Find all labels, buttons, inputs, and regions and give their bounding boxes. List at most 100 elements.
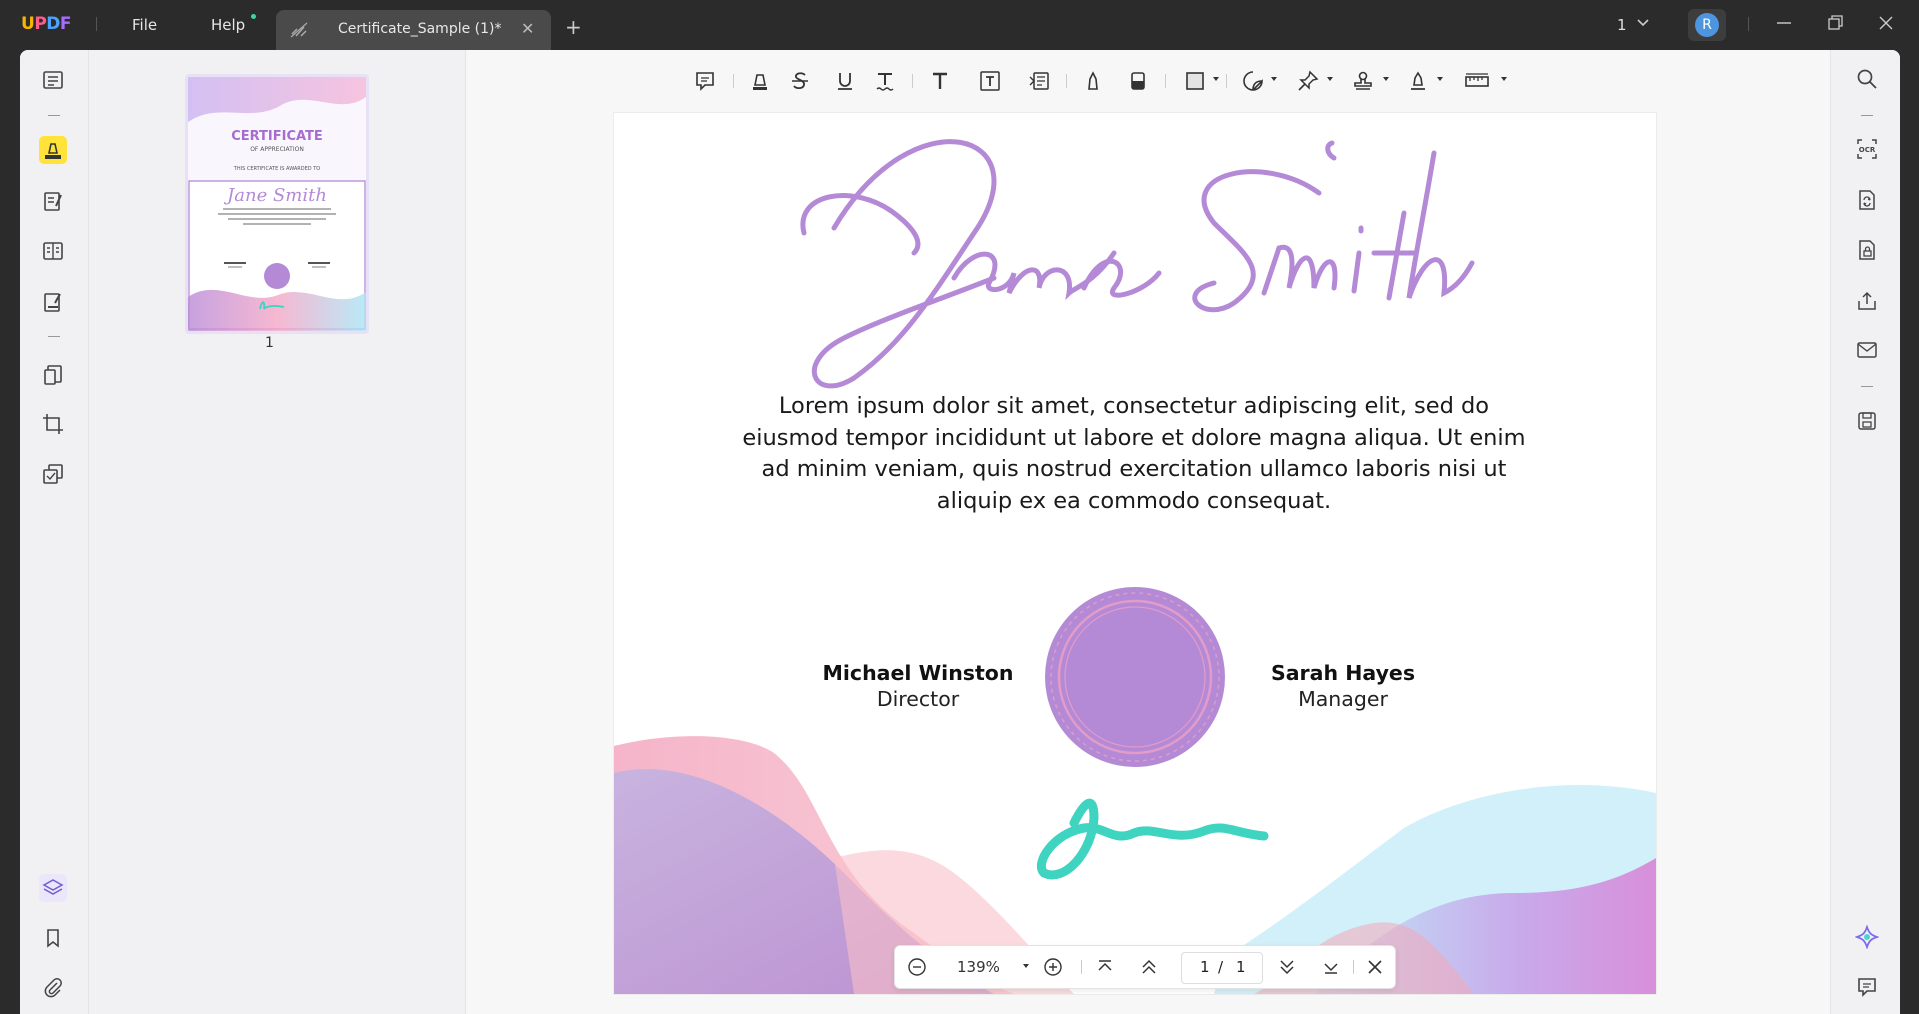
toolbar-separator bbox=[1226, 74, 1227, 88]
stamp-icon[interactable] bbox=[1348, 66, 1378, 96]
annotation-toolbar bbox=[690, 64, 1630, 98]
new-tab-icon[interactable]: + bbox=[565, 15, 582, 39]
text-box-icon[interactable] bbox=[975, 66, 1005, 96]
sidebar-separator bbox=[48, 336, 60, 337]
page-number-input[interactable]: 1 / 1 bbox=[1181, 952, 1263, 984]
help-menu[interactable]: Help bbox=[211, 16, 245, 34]
zoom-level[interactable]: 139% bbox=[957, 958, 1000, 976]
pin-icon[interactable] bbox=[1293, 66, 1323, 96]
sticker-icon[interactable] bbox=[1238, 66, 1268, 96]
document-canvas: Lorem ipsum dolor sit amet, consectetur … bbox=[466, 50, 1843, 1014]
total-pages: 1 bbox=[1236, 958, 1246, 976]
sidebar-separator bbox=[1861, 386, 1873, 387]
bookmark-icon[interactable] bbox=[39, 924, 67, 952]
shape-dropdown-icon[interactable] bbox=[1213, 77, 1219, 81]
close-window-icon[interactable] bbox=[1876, 13, 1896, 33]
eraser-icon[interactable] bbox=[1123, 66, 1153, 96]
page-tools-icon[interactable] bbox=[39, 361, 67, 389]
thumbnail-subtitle: OF APPRECIATION bbox=[250, 146, 304, 153]
right-signatory-role: Manager bbox=[1298, 687, 1388, 711]
underline-icon[interactable] bbox=[830, 66, 860, 96]
page-separator: / bbox=[1218, 958, 1224, 976]
first-page-icon[interactable] bbox=[1093, 955, 1117, 979]
ai-assistant-icon[interactable] bbox=[1854, 924, 1880, 950]
title-bar: UPDF File Help Certificate_Sample (1)* ✕… bbox=[0, 0, 1919, 50]
sidebar-separator bbox=[48, 115, 60, 116]
thumbnail-page-number: 1 bbox=[265, 335, 274, 351]
nav-separator bbox=[1353, 960, 1354, 974]
zoom-dropdown-icon[interactable] bbox=[1023, 964, 1029, 968]
minimize-icon[interactable] bbox=[1774, 13, 1794, 33]
close-tab-icon[interactable]: ✕ bbox=[521, 19, 534, 38]
toolbar-separator bbox=[733, 74, 734, 88]
left-signatory: Michael Winston Director bbox=[798, 661, 1038, 711]
left-signatory-name: Michael Winston bbox=[822, 661, 1014, 685]
svg-text:OCR: OCR bbox=[1859, 146, 1876, 154]
reader-mode-icon[interactable] bbox=[39, 66, 67, 94]
comments-panel-icon[interactable] bbox=[1854, 974, 1880, 1000]
stamp-dropdown-icon[interactable] bbox=[1383, 77, 1389, 81]
app-logo: UPDF bbox=[21, 14, 72, 34]
thumbnail-recipient: Jane Smith bbox=[227, 185, 327, 206]
attachment-icon[interactable] bbox=[39, 974, 67, 1002]
email-icon[interactable] bbox=[1854, 337, 1880, 363]
nav-separator bbox=[1081, 960, 1082, 974]
text-callout-icon[interactable] bbox=[1024, 66, 1054, 96]
page-navigation-bar: 139% 1 / 1 bbox=[894, 945, 1396, 989]
left-sidebar bbox=[20, 50, 89, 1014]
search-icon[interactable] bbox=[1854, 66, 1880, 92]
thumbnail-panel: CERTIFICATE OF APPRECIATION THIS CERTIFI… bbox=[89, 50, 466, 1014]
crop-page-icon[interactable] bbox=[39, 410, 67, 438]
right-sidebar: OCR bbox=[1830, 50, 1900, 1014]
right-signatory: Sarah Hayes Manager bbox=[1223, 661, 1463, 711]
certificate-body-text: Lorem ipsum dolor sit amet, consectetur … bbox=[742, 393, 1526, 514]
signature-dropdown-icon[interactable] bbox=[1437, 77, 1443, 81]
convert-pdf-icon[interactable] bbox=[1854, 187, 1880, 213]
page-thumbnail[interactable]: CERTIFICATE OF APPRECIATION THIS CERTIFI… bbox=[185, 74, 369, 334]
restore-icon[interactable] bbox=[1826, 13, 1846, 33]
left-signatory-role: Director bbox=[876, 687, 960, 711]
help-notification-dot bbox=[251, 14, 256, 19]
title-separator bbox=[1748, 17, 1749, 31]
pin-dropdown-icon[interactable] bbox=[1327, 77, 1333, 81]
edit-pdf-icon[interactable] bbox=[39, 187, 67, 215]
last-page-icon[interactable] bbox=[1319, 955, 1343, 979]
save-icon[interactable] bbox=[1854, 408, 1880, 434]
ocr-icon[interactable]: OCR bbox=[1854, 136, 1880, 162]
squiggly-underline-icon[interactable] bbox=[870, 66, 900, 96]
measure-icon[interactable] bbox=[1462, 66, 1492, 96]
sticker-dropdown-icon[interactable] bbox=[1271, 77, 1277, 81]
comment-highlight-icon[interactable] bbox=[39, 136, 67, 164]
close-nav-icon[interactable] bbox=[1363, 955, 1387, 979]
file-menu[interactable]: File bbox=[132, 16, 157, 34]
text-icon[interactable] bbox=[925, 66, 955, 96]
batch-tools-icon[interactable] bbox=[39, 460, 67, 488]
chevron-down-icon[interactable] bbox=[1635, 14, 1651, 30]
zoom-out-icon[interactable] bbox=[905, 955, 929, 979]
share-icon[interactable] bbox=[1854, 288, 1880, 314]
previous-page-icon[interactable] bbox=[1137, 955, 1161, 979]
organize-pages-icon[interactable] bbox=[39, 237, 67, 265]
edit-link-icon bbox=[290, 22, 308, 38]
next-page-icon[interactable] bbox=[1275, 955, 1299, 979]
fill-sign-icon[interactable] bbox=[39, 288, 67, 316]
main-window: CERTIFICATE OF APPRECIATION THIS CERTIFI… bbox=[20, 50, 1900, 1014]
pencil-icon[interactable] bbox=[1078, 66, 1108, 96]
zoom-in-icon[interactable] bbox=[1041, 955, 1065, 979]
thumbnail-title: CERTIFICATE bbox=[231, 129, 323, 144]
protect-pdf-icon[interactable] bbox=[1854, 237, 1880, 263]
sticky-note-icon[interactable] bbox=[690, 66, 720, 96]
layers-icon[interactable] bbox=[39, 874, 67, 902]
strikethrough-icon[interactable] bbox=[785, 66, 815, 96]
user-avatar[interactable]: R bbox=[1688, 9, 1726, 41]
shape-icon[interactable] bbox=[1180, 66, 1210, 96]
thumbnail-awarded: THIS CERTIFICATE IS AWARDED TO bbox=[233, 166, 321, 172]
signature-icon[interactable] bbox=[1403, 66, 1433, 96]
sidebar-separator bbox=[1861, 115, 1873, 116]
toolbar-separator bbox=[1165, 74, 1166, 88]
highlight-icon[interactable] bbox=[745, 66, 775, 96]
page-indicator[interactable]: 1 bbox=[1617, 16, 1627, 34]
measure-dropdown-icon[interactable] bbox=[1501, 77, 1507, 81]
document-tab[interactable]: Certificate_Sample (1)* ✕ bbox=[276, 10, 551, 50]
pdf-page[interactable]: Lorem ipsum dolor sit amet, consectetur … bbox=[614, 113, 1656, 994]
